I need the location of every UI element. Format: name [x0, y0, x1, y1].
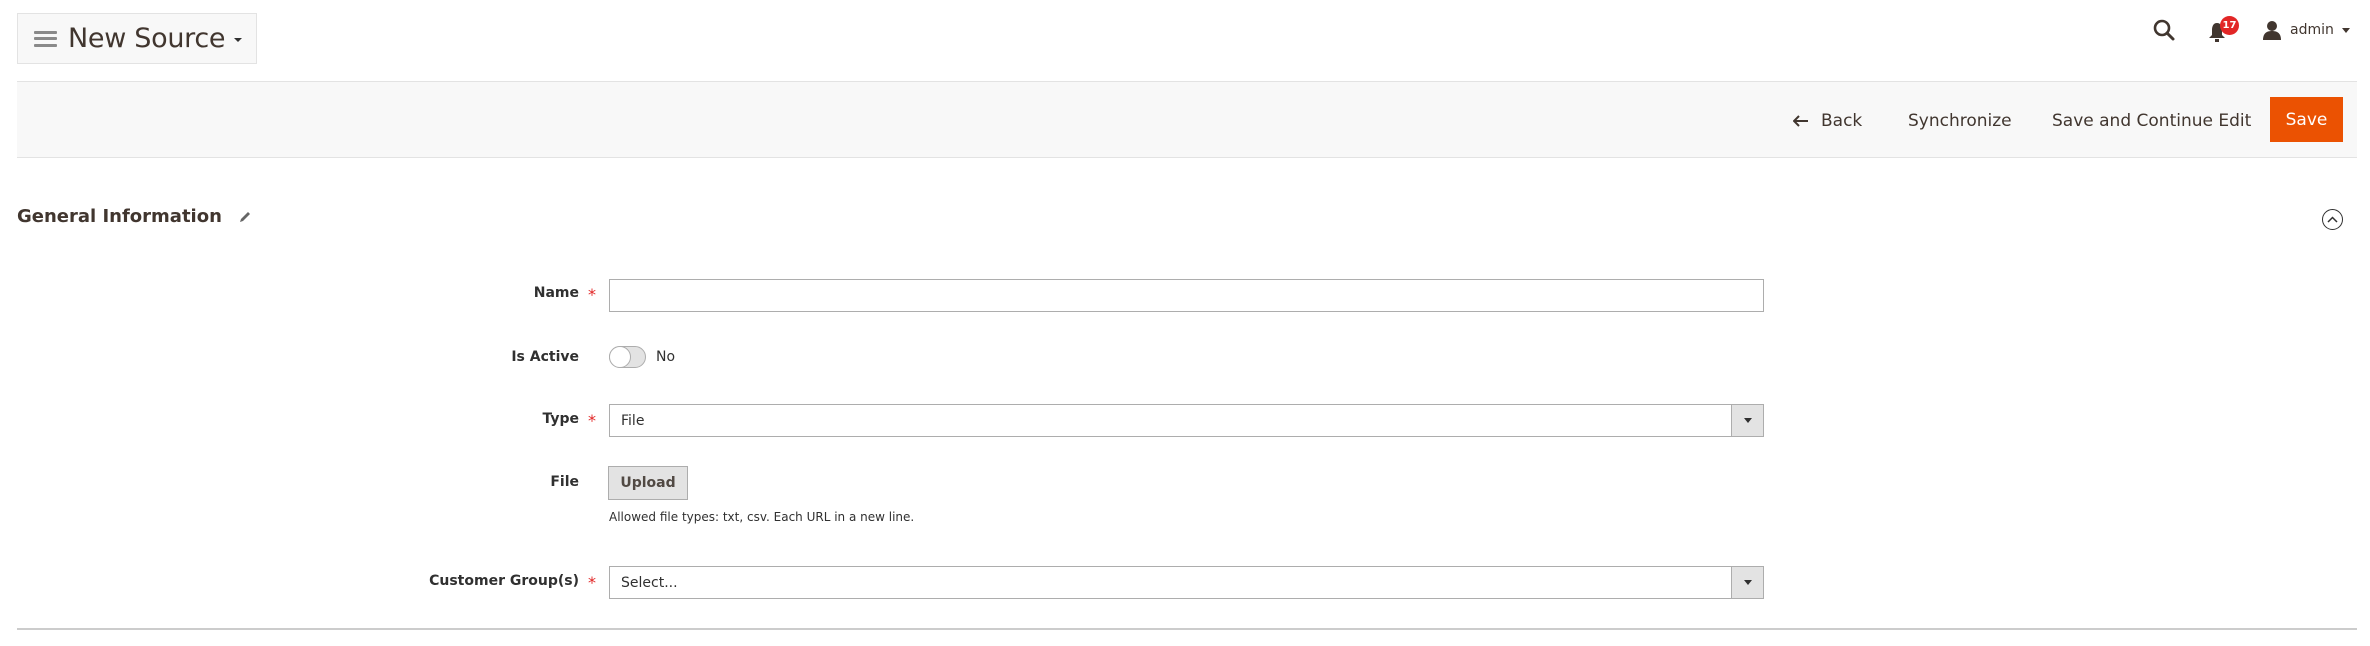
type-select-value: File [621, 412, 645, 429]
page-actions-bar: Back Synchronize Save and Continue Edit … [17, 81, 2357, 158]
user-menu[interactable]: admin [2262, 18, 2350, 42]
chevron-down-icon [2341, 27, 2350, 33]
pencil-icon [239, 211, 250, 222]
type-select-toggle[interactable] [1731, 405, 1763, 436]
chevron-down-icon [234, 38, 243, 42]
save-button[interactable]: Save [2270, 97, 2343, 142]
section-divider [17, 628, 2357, 630]
save-and-continue-button[interactable]: Save and Continue Edit [2052, 98, 2251, 143]
chevron-up-circle-icon[interactable] [2322, 209, 2343, 230]
name-input[interactable] [609, 279, 1764, 312]
customer-groups-select[interactable]: Select... [609, 566, 1764, 599]
user-name: admin [2290, 22, 2334, 38]
section-title: General Information [17, 206, 222, 227]
chevron-down-icon [1743, 580, 1752, 585]
type-label: Type [542, 411, 579, 427]
chevron-down-icon [1743, 418, 1752, 423]
is-active-toggle[interactable] [609, 346, 646, 368]
upload-button[interactable]: Upload [608, 466, 688, 500]
customer-groups-label: Customer Group(s) [429, 573, 579, 589]
customer-groups-select-value: Select... [621, 574, 678, 591]
user-icon [2263, 21, 2281, 40]
page-title-menu[interactable]: New Source [17, 13, 257, 64]
customer-groups-select-toggle[interactable] [1731, 567, 1763, 598]
file-types-note: Allowed file types: txt, csv. Each URL i… [609, 510, 915, 524]
page-title: New Source [68, 23, 226, 54]
name-label: Name [533, 285, 579, 301]
is-active-label: Is Active [511, 349, 579, 365]
hamburger-icon [34, 30, 57, 47]
arrow-left-icon [1793, 114, 1808, 127]
search-icon[interactable] [2152, 18, 2176, 42]
file-label: File [550, 474, 579, 490]
type-select[interactable]: File [609, 404, 1764, 437]
back-label: Back [1821, 110, 1863, 131]
required-asterisk: * [588, 411, 596, 430]
section-header[interactable]: General Information [17, 206, 252, 227]
required-asterisk: * [588, 285, 596, 304]
notifications-button[interactable]: 17 [2208, 16, 2240, 44]
synchronize-button[interactable]: Synchronize [1908, 98, 2012, 143]
is-active-value: No [656, 349, 676, 365]
notification-count-badge: 17 [2220, 16, 2239, 35]
back-button[interactable]: Back [1793, 98, 1862, 143]
required-asterisk: * [588, 573, 596, 592]
